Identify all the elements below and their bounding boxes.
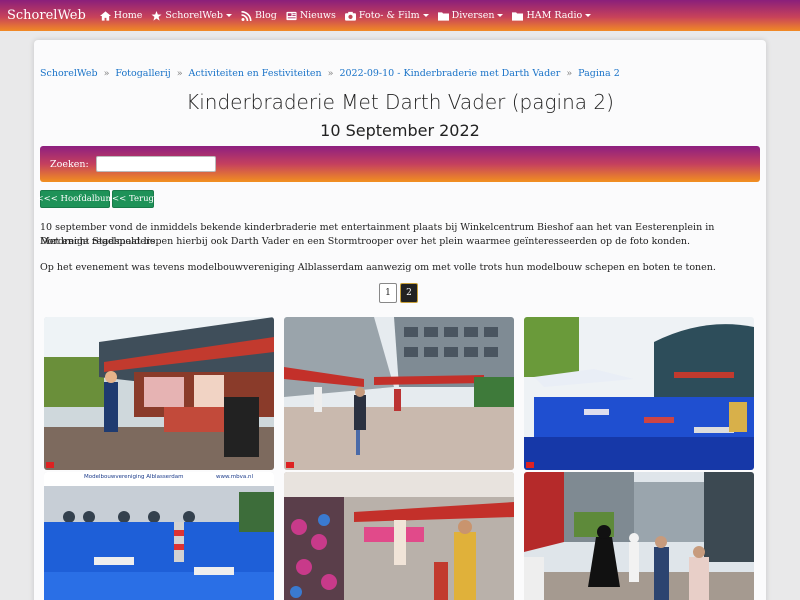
chevron-down-icon <box>225 14 232 17</box>
nav-item-label: Diversen <box>451 10 495 21</box>
breadcrumb-link[interactable]: Fotogallerij <box>115 68 170 79</box>
gallery-photo[interactable] <box>284 317 514 470</box>
nav-item-diversen[interactable]: Diversen <box>437 10 504 21</box>
brand-link[interactable]: SchorelWeb <box>7 8 86 23</box>
chevron-down-icon <box>422 14 429 17</box>
breadcrumb-separator: » <box>176 68 183 79</box>
nav-item-foto-film[interactable]: Foto- & Film <box>344 10 429 21</box>
breadcrumb-separator: » <box>103 68 110 79</box>
search-label: Zoeken: <box>50 158 89 170</box>
description-line: Met enige regelmaat liepen hierbij ook D… <box>40 236 691 247</box>
navbar: SchorelWeb Home SchorelWeb Blog Nieuws F… <box>0 0 800 31</box>
photo-banner-text: Modelbouwvereniging Alblasserdam <box>84 474 184 480</box>
breadcrumb-separator: » <box>566 68 573 79</box>
nav-item-label: SchorelWeb <box>165 10 223 21</box>
breadcrumb: SchorelWeb » Fotogallerij » Activiteiten… <box>40 68 620 79</box>
gallery-photo[interactable] <box>284 472 514 600</box>
main-album-button[interactable]: <<< Hoofdalbum <box>36 190 114 208</box>
nav-item-label: Nieuws <box>299 10 336 21</box>
star-icon <box>151 10 162 21</box>
nav-item-home[interactable]: Home <box>99 10 143 21</box>
nav-item-nieuws[interactable]: Nieuws <box>286 10 336 21</box>
photo-image <box>524 317 754 470</box>
nav-item-blog[interactable]: Blog <box>241 10 277 21</box>
gallery-photo[interactable]: Modelbouwvereniging Alblasserdam www.mbv… <box>44 472 274 600</box>
watermark-logo <box>286 462 294 468</box>
rss-icon <box>241 10 252 21</box>
breadcrumb-link[interactable]: Activiteiten en Festiviteiten <box>189 68 322 79</box>
nav-item-label: HAM Radio <box>526 10 583 21</box>
nav-item-ham-radio[interactable]: HAM Radio <box>512 10 592 21</box>
nav-item-label: Home <box>113 10 143 21</box>
nav-item-schorelweb[interactable]: SchorelWeb <box>151 10 232 21</box>
gallery-photo[interactable] <box>524 472 754 600</box>
chevron-down-icon <box>497 14 504 17</box>
breadcrumb-separator: » <box>327 68 334 79</box>
folder-icon <box>437 11 449 21</box>
watermark-logo <box>526 462 534 468</box>
photo-image <box>284 317 514 470</box>
content-card: SchorelWeb » Fotogallerij » Activiteiten… <box>34 40 766 600</box>
camera-icon <box>344 11 356 21</box>
search-bar: Zoeken: <box>40 146 760 182</box>
folder-icon <box>512 11 524 21</box>
newspaper-icon <box>286 11 297 20</box>
pagination: 1 2 <box>379 283 418 303</box>
nav-item-label: Foto- & Film <box>358 10 420 21</box>
breadcrumb-current[interactable]: Pagina 2 <box>578 68 620 79</box>
photo-image <box>284 472 514 600</box>
photo-image <box>44 317 274 470</box>
breadcrumb-link[interactable]: 2022-09-10 - Kinderbraderie met Darth Va… <box>339 68 560 79</box>
home-icon <box>99 10 111 21</box>
page-title: Kinderbraderie Met Darth Vader (pagina 2… <box>186 90 614 114</box>
photo-image <box>524 472 754 600</box>
gallery-photo[interactable] <box>44 317 274 470</box>
page-link-2[interactable]: 2 <box>400 283 418 303</box>
search-input[interactable] <box>95 156 216 172</box>
chevron-down-icon <box>585 14 592 17</box>
photo-banner-site: www.mbva.nl <box>216 474 253 480</box>
page-subtitle: 10 September 2022 <box>320 121 480 140</box>
description-line: Op het evenement was tevens modelbouwver… <box>40 262 716 273</box>
page-link-1[interactable]: 1 <box>379 283 397 303</box>
nav-item-label: Blog <box>254 10 277 21</box>
photo-image <box>44 472 274 600</box>
breadcrumb-link[interactable]: SchorelWeb <box>40 68 98 79</box>
gallery-photo[interactable] <box>524 317 754 470</box>
watermark-logo <box>46 462 54 468</box>
back-button[interactable]: << Terug <box>112 190 154 208</box>
